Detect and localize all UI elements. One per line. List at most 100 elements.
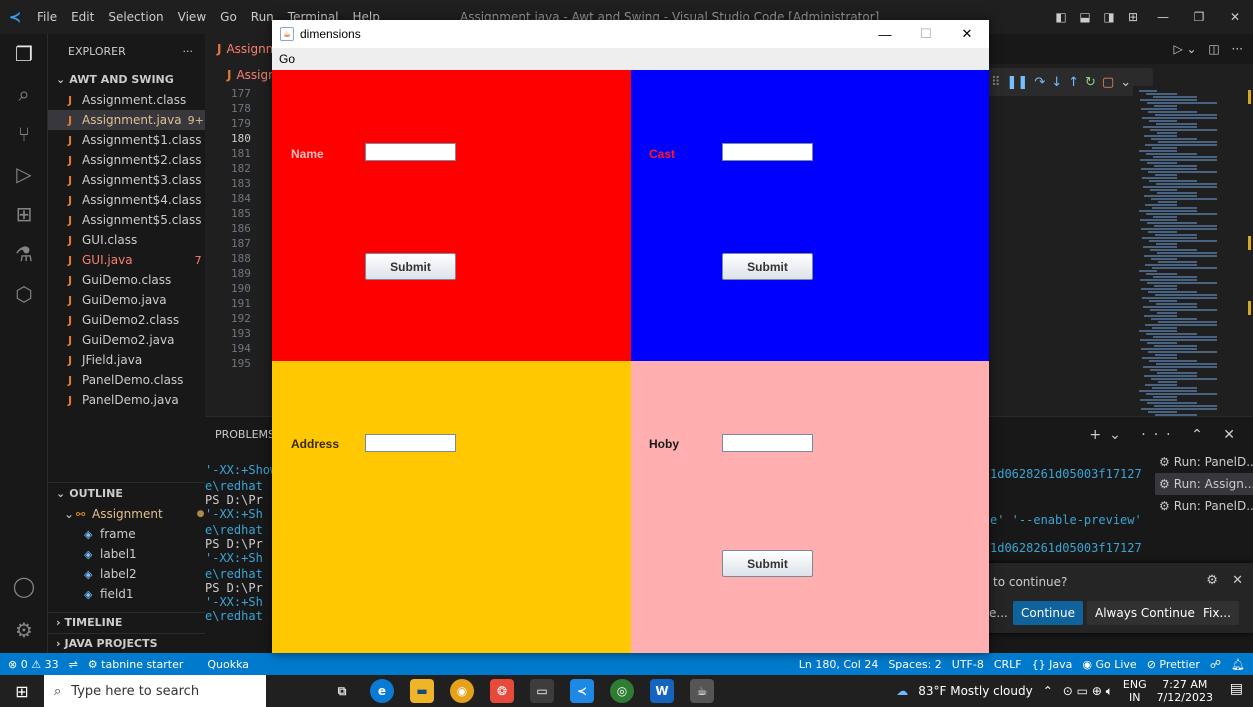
pause-icon[interactable]: ❚❚ (1007, 75, 1029, 90)
new-terminal-icon[interactable]: +⌄ (1089, 427, 1128, 443)
menu-edit[interactable]: Edit (64, 10, 101, 24)
more-actions-icon[interactable]: ··· (1141, 427, 1178, 443)
chrome-icon[interactable]: ◉ (450, 679, 474, 703)
cursor-position[interactable]: Ln 180, Col 24 (799, 658, 879, 671)
timeline-header[interactable]: › TIMELINE (48, 612, 205, 632)
split-editor-icon[interactable]: ◫ (1208, 42, 1219, 56)
language-mode[interactable]: {} Java (1032, 658, 1073, 671)
file-item[interactable]: J GuiDemo2.java (48, 330, 205, 350)
source-control-icon[interactable]: ⑂ (0, 114, 48, 154)
outline-item-field1[interactable]: ◈ field1 (48, 584, 205, 604)
outline-item-frame[interactable]: ◈ frame (48, 524, 205, 544)
file-item[interactable]: J Assignment.java 9+ (48, 110, 205, 130)
file-item[interactable]: J JField.java (48, 350, 205, 370)
outline-item-label2[interactable]: ◈ label2 (48, 564, 205, 584)
menu-selection[interactable]: Selection (101, 10, 170, 24)
explorer-icon[interactable]: ❐ (0, 34, 48, 74)
quokka-status[interactable]: Quokka (207, 658, 249, 671)
vscode-taskbar-icon[interactable]: ≺ (570, 679, 594, 703)
go-live[interactable]: ◉ Go Live (1082, 658, 1136, 671)
account-feedback-icon[interactable]: ☍ (1210, 658, 1221, 671)
tray-chevron-icon[interactable]: ⌃ (1043, 684, 1053, 698)
terminal-item[interactable]: ⚙ Run: PanelD... (1155, 451, 1253, 473)
minimap[interactable] (1133, 86, 1253, 419)
name-submit-button[interactable]: Submit (365, 253, 456, 280)
step-out-icon[interactable]: ↑ (1068, 75, 1079, 90)
clock[interactable]: 7:27 AM 7/12/2023 (1157, 678, 1213, 704)
menu-go[interactable]: Go (272, 52, 295, 66)
taskbar-search[interactable]: ⌕ Type here to search (44, 675, 266, 707)
app-icon[interactable]: ❂ (490, 679, 514, 703)
language-indicator[interactable]: ENG IN (1123, 678, 1147, 704)
file-item[interactable]: J PanelDemo.class (48, 370, 205, 390)
toggle-secondary-icon[interactable]: ◨ (1097, 10, 1121, 24)
toggle-sidebar-icon[interactable]: ◧ (1049, 10, 1073, 24)
name-field[interactable] (365, 143, 456, 161)
hoby-field[interactable] (722, 434, 813, 452)
explorer-more-icon[interactable]: ··· (183, 45, 194, 58)
run-icon[interactable]: ▷ ⌄ (1173, 42, 1196, 56)
cast-submit-button[interactable]: Submit (722, 253, 813, 280)
edge-icon[interactable]: e (370, 679, 394, 703)
close-icon[interactable]: ✕ (1217, 10, 1253, 24)
restore-icon[interactable]: ❐ (1181, 10, 1217, 24)
run-debug-icon[interactable]: ▷ (0, 154, 48, 194)
close-panel-icon[interactable]: ✕ (1223, 427, 1243, 443)
layout-icon[interactable]: ⊞ (1121, 10, 1145, 24)
account-icon[interactable]: ◯ (0, 566, 48, 606)
encoding[interactable]: UTF-8 (952, 658, 984, 671)
tabnine-status[interactable]: ⚙ tabnine starter (88, 658, 184, 671)
file-item[interactable]: J Assignment$3.class (48, 170, 205, 190)
more-actions-icon[interactable]: ··· (1232, 42, 1243, 56)
remote-icon[interactable]: ⇌ (69, 658, 78, 671)
java-window-titlebar[interactable]: ☕︎ dimensions — ☐ ✕ (272, 20, 989, 48)
notifications-bell-icon[interactable]: 🔔︎ (1231, 658, 1245, 671)
hoby-submit-button[interactable]: Submit (722, 550, 813, 577)
menu-view[interactable]: View (171, 10, 213, 24)
drag-handle-icon[interactable]: ⠿ (991, 75, 1001, 90)
indentation[interactable]: Spaces: 2 (888, 658, 941, 671)
restart-icon[interactable]: ↻ (1085, 75, 1096, 90)
file-item[interactable]: J GUI.class (48, 230, 205, 250)
outline-header[interactable]: ⌄ OUTLINE (48, 482, 205, 504)
file-item[interactable]: J GuiDemo.class (48, 270, 205, 290)
file-item[interactable]: J PanelDemo.java (48, 390, 205, 410)
maximize-panel-icon[interactable]: ⌃ (1191, 427, 1211, 443)
windows-start-icon[interactable]: ⊞ (0, 675, 44, 707)
problems-count[interactable]: ⊗ 0 ⚠ 33 (8, 658, 59, 671)
file-item[interactable]: J GuiDemo.java (48, 290, 205, 310)
file-item[interactable]: J Assignment$5.class (48, 210, 205, 230)
settings-gear-icon[interactable]: ⚙ (0, 610, 48, 650)
step-into-icon[interactable]: ↓ (1051, 75, 1062, 90)
extensions-icon[interactable]: ⊞ (0, 194, 48, 234)
close-icon[interactable]: ✕ (1232, 573, 1243, 588)
address-field[interactable] (365, 434, 456, 452)
testing-icon[interactable]: ⚗ (0, 234, 48, 274)
menu-go[interactable]: Go (213, 10, 244, 24)
fix-button[interactable]: Fix... (1195, 601, 1239, 625)
terminal-item[interactable]: ⚙ Run: PanelD... (1155, 495, 1253, 517)
file-item[interactable]: J Assignment$2.class (48, 150, 205, 170)
remote-icon[interactable]: ⬡ (0, 274, 48, 314)
terminal-item[interactable]: ⚙ Run: Assign... (1155, 473, 1253, 495)
folder-header[interactable]: ⌄ AWT AND SWING (48, 68, 205, 90)
file-item[interactable]: J GuiDemo2.class (48, 310, 205, 330)
terminal-app-icon[interactable]: ▭ (530, 679, 554, 703)
file-item[interactable]: J GUI.java 7 (48, 250, 205, 270)
line-ending[interactable]: CRLF (994, 658, 1022, 671)
stop-icon[interactable]: ▢ (1102, 75, 1114, 90)
search-icon[interactable]: ⌕ (0, 74, 48, 114)
outline-root[interactable]: ⌄ ⚯ Assignment ● (48, 504, 205, 524)
task-view-icon[interactable]: ⧉ (330, 679, 354, 703)
word-icon[interactable]: W (650, 679, 674, 703)
file-item[interactable]: J Assignment$1.class (48, 130, 205, 150)
file-item[interactable]: J Assignment.class (48, 90, 205, 110)
java-taskbar-icon[interactable]: ☕︎ (690, 679, 714, 703)
continue-button[interactable]: Continue (1013, 601, 1083, 625)
menu-file[interactable]: File (30, 10, 64, 24)
file-explorer-icon[interactable]: ▬ (410, 679, 434, 703)
toggle-panel-icon[interactable]: ⬓ (1073, 10, 1097, 24)
outline-item-label1[interactable]: ◈ label1 (48, 544, 205, 564)
prettier-status[interactable]: ⊘ Prettier (1147, 658, 1200, 671)
notification-center-icon[interactable]: ▤ (1230, 681, 1243, 697)
